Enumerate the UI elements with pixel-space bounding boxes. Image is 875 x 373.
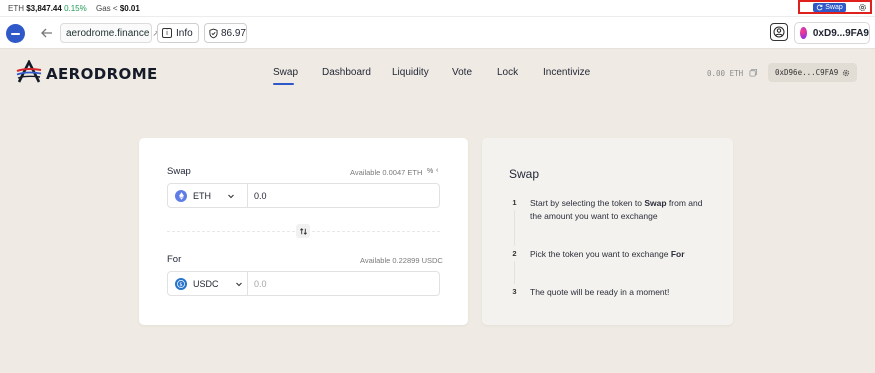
swap-from-label: Swap xyxy=(167,166,191,177)
percent-selector[interactable]: % xyxy=(427,168,433,175)
copy-icon[interactable] xyxy=(749,68,758,77)
nav-swap[interactable]: Swap xyxy=(273,67,298,78)
to-token-selector[interactable]: $ USDC xyxy=(168,272,248,295)
to-token-symbol: USDC xyxy=(193,278,219,289)
gas-value: $0.01 xyxy=(119,4,140,13)
info-icon: i xyxy=(162,28,172,38)
eth-price: $3,847.44 xyxy=(26,4,62,13)
step-text-part: The quote will be ready in a moment! xyxy=(530,287,670,297)
step-number: 2 xyxy=(507,246,522,261)
minus-icon xyxy=(11,32,20,35)
usdc-token-icon: $ xyxy=(175,277,187,290)
swap-form-card: Swap Available 0.0047 ETH % ‹ ETH 0.0 Fo… xyxy=(139,138,468,325)
account-avatar xyxy=(800,27,807,39)
svg-text:$: $ xyxy=(179,281,182,287)
eth-price-info: ETH $3,847.44 0.15% xyxy=(8,4,87,13)
step-text-part: Pick the token you want to exchange xyxy=(530,249,671,259)
quick-swap-button[interactable]: Swap xyxy=(813,3,846,12)
step-number: 3 xyxy=(507,284,522,299)
from-token-selector[interactable]: ETH xyxy=(168,184,248,207)
aerodrome-logo[interactable]: AERODROME xyxy=(16,60,158,85)
logo-text: AERODROME xyxy=(46,65,158,83)
chevron-down-icon xyxy=(228,194,234,198)
aerodrome-mark-icon xyxy=(16,60,42,83)
security-score: 86.97 xyxy=(220,27,246,39)
url-bar[interactable]: aerodrome.finance ↗ xyxy=(60,23,159,43)
step-text-bold: For xyxy=(670,249,685,259)
settings-icon xyxy=(843,69,850,76)
nav-incentivize[interactable]: Incentivize xyxy=(543,67,590,78)
gear-icon[interactable] xyxy=(858,3,867,12)
step-text: The quote will be ready in a moment! xyxy=(530,286,720,299)
connected-address: 0xD96e...C9FA9 xyxy=(775,68,839,77)
browser-toolbar: aerodrome.finance ↗ i Info 86.97 0xD9...… xyxy=(0,17,875,49)
account-button[interactable]: 0xD9...9FA9 xyxy=(794,22,870,44)
nav-dashboard[interactable]: Dashboard xyxy=(322,67,371,78)
back-arrow-icon[interactable] xyxy=(40,26,54,40)
to-token-field: $ USDC 0.0 xyxy=(167,271,440,296)
swap-instructions-card: Swap 1 Start by selecting the token to S… xyxy=(482,138,733,325)
from-token-symbol: ETH xyxy=(193,190,211,201)
swap-arrows-icon xyxy=(299,227,307,235)
swap-to-label: For xyxy=(167,254,182,265)
wallet-balance: 0.00 ETH xyxy=(707,69,744,78)
account-address: 0xD9...9FA9 xyxy=(812,27,869,39)
nav-liquidity[interactable]: Liquidity xyxy=(392,67,429,78)
from-token-field: ETH 0.0 xyxy=(167,183,440,208)
eth-token-icon xyxy=(175,189,187,202)
step-text: Pick the token you want to exchange For xyxy=(530,248,720,261)
info-button[interactable]: i Info xyxy=(157,23,199,43)
step-number: 1 xyxy=(507,195,522,210)
user-icon xyxy=(773,26,785,38)
url-text: aerodrome.finance xyxy=(66,27,150,39)
profile-button[interactable] xyxy=(770,23,788,41)
wallet-status-bar: ETH $3,847.44 0.15% Gas < $0.01 Swap xyxy=(0,0,875,17)
nav-lock[interactable]: Lock xyxy=(497,67,518,78)
step-text-part: Start by selecting the token to xyxy=(530,198,645,208)
app-menu-button[interactable] xyxy=(6,24,25,43)
chevron-left-icon[interactable]: ‹ xyxy=(436,167,438,174)
highlighted-swap-area: Swap xyxy=(798,0,872,14)
security-score-button[interactable]: 86.97 xyxy=(204,23,247,43)
shield-icon xyxy=(209,28,218,38)
info-label: Info xyxy=(176,27,193,39)
gas-label: Gas < xyxy=(96,4,118,13)
eth-label: ETH xyxy=(8,4,24,13)
chevron-down-icon xyxy=(235,282,242,286)
from-amount-input[interactable]: 0.0 xyxy=(248,184,267,207)
active-tab-indicator xyxy=(273,83,294,85)
eth-change: 0.15% xyxy=(64,4,87,13)
connected-address-button[interactable]: 0xD96e...C9FA9 xyxy=(768,63,857,82)
step-text-bold: Swap xyxy=(644,198,667,208)
to-amount-input[interactable]: 0.0 xyxy=(248,272,267,295)
gas-info: Gas < $0.01 xyxy=(96,4,140,13)
instructions-title: Swap xyxy=(509,167,540,181)
step-text: Start by selecting the token to Swap fro… xyxy=(530,197,705,223)
switch-tokens-button[interactable] xyxy=(296,224,310,238)
nav-vote[interactable]: Vote xyxy=(452,67,472,78)
to-available-balance: Available 0.22899 USDC xyxy=(360,256,443,265)
quick-swap-label: Swap xyxy=(825,4,843,11)
refresh-icon xyxy=(816,4,823,11)
from-available-balance: Available 0.0047 ETH xyxy=(350,168,423,177)
